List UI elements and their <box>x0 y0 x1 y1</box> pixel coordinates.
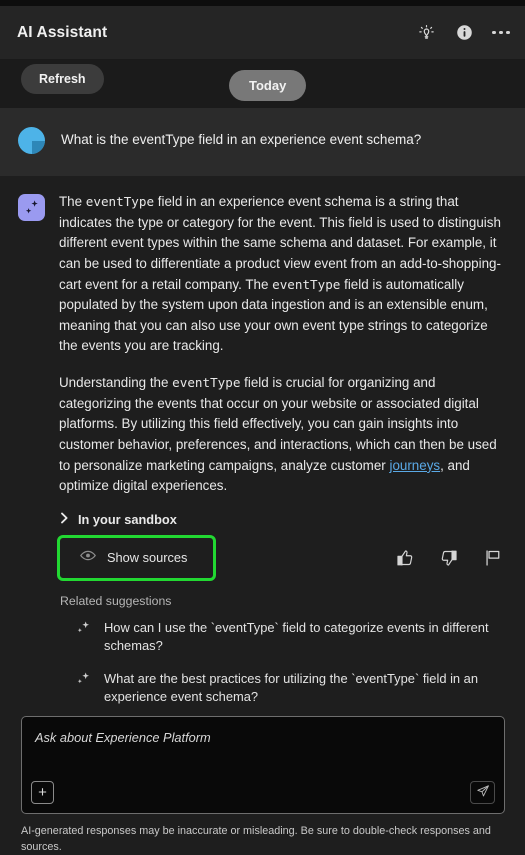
ai-assistant-panel: AI Assistant Refresh Today What is the e… <box>0 0 525 855</box>
in-your-sandbox-label: In your sandbox <box>78 512 177 528</box>
p1-code-b: eventType <box>272 276 341 292</box>
composer-container: Ask about Experience Platform + <box>0 715 525 814</box>
refresh-button[interactable]: Refresh <box>21 64 104 94</box>
ai-disclaimer: AI-generated responses may be inaccurate… <box>21 824 491 853</box>
conversation-scroll-area[interactable]: What is the eventType field in an experi… <box>0 108 525 716</box>
user-message-text: What is the eventType field in an experi… <box>61 132 422 147</box>
show-sources-button[interactable]: Show sources <box>57 534 217 581</box>
info-icon[interactable] <box>453 22 475 44</box>
related-suggestions-title: Related suggestions <box>60 593 172 608</box>
more-options-icon[interactable] <box>491 27 511 39</box>
p2-code-a: eventType <box>172 375 241 391</box>
assistant-message-row: The eventType field in an experience eve… <box>0 176 525 716</box>
conversation-toolbar: Refresh Today <box>0 60 525 108</box>
related-suggestion-text: What are the best practices for utilizin… <box>104 670 479 704</box>
journeys-link[interactable]: journeys <box>389 458 440 473</box>
lightbulb-icon[interactable] <box>415 22 437 44</box>
related-suggestion-item[interactable]: What are the best practices for utilizin… <box>59 663 505 714</box>
flag-icon[interactable] <box>483 548 503 568</box>
send-button[interactable] <box>470 780 495 804</box>
user-avatar-icon <box>18 127 45 154</box>
panel-header: AI Assistant <box>0 6 525 60</box>
eye-icon <box>80 549 96 567</box>
related-suggestion-text: How can I use the `eventType` field to c… <box>104 619 489 654</box>
send-icon <box>476 784 490 801</box>
p1-text-a: The <box>59 194 86 209</box>
show-sources-label: Show sources <box>107 550 188 566</box>
p1-code-a: eventType <box>85 194 155 209</box>
answer-paragraph-2: Understanding the eventType field is cru… <box>59 373 505 497</box>
attach-button[interactable]: + <box>31 780 54 804</box>
answer-paragraph-1: The eventType field in an experience eve… <box>59 192 505 357</box>
related-suggestion-item[interactable]: How can I use the `eventType` field to c… <box>59 612 505 663</box>
assistant-answer-body: The eventType field in an experience eve… <box>57 192 505 714</box>
p2-text-a: Understanding the <box>59 375 173 391</box>
ai-sparkle-icon <box>18 194 45 221</box>
sparkle-icon <box>75 619 92 641</box>
composer-box[interactable]: Ask about Experience Platform + <box>21 715 505 814</box>
today-divider-chip[interactable]: Today <box>229 70 307 101</box>
thumbs-down-icon[interactable] <box>439 548 459 568</box>
header-actions <box>415 22 511 44</box>
prompt-input-placeholder[interactable]: Ask about Experience Platform <box>35 730 490 745</box>
in-your-sandbox-accordion[interactable]: In your sandbox <box>60 511 505 529</box>
thumbs-up-icon[interactable] <box>395 548 415 568</box>
feedback-buttons <box>395 548 505 568</box>
answer-actions-row: Show sources <box>57 534 505 581</box>
page-title: AI Assistant <box>17 23 108 41</box>
sparkle-icon <box>75 670 92 692</box>
chevron-right-icon <box>60 511 69 529</box>
user-message-row: What is the eventType field in an experi… <box>0 108 525 176</box>
